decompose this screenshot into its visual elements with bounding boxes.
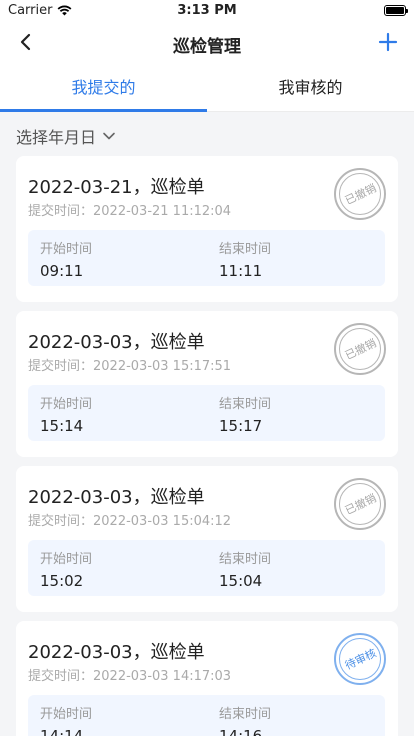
end-time-label: 结束时间 [219, 552, 272, 567]
status-stamp-label: 已撤销 [342, 336, 378, 363]
end-time-value: 15:04 [219, 572, 263, 590]
start-time: 开始时间 14:14 [40, 703, 92, 736]
end-time-label: 结束时间 [219, 707, 272, 722]
time-panel: 开始时间 15:02 结束时间 15:04 [28, 540, 385, 596]
end-time-label: 结束时间 [219, 397, 272, 412]
tab-submitted[interactable]: 我提交的 [0, 66, 207, 112]
end-time: 结束时间 15:17 [219, 393, 271, 435]
card-submit-time: 提交时间：2022-03-21 11:12:04 [28, 204, 232, 219]
card-submit-time: 提交时间：2022-03-03 14:17:03 [28, 669, 232, 684]
chevron-down-icon [103, 132, 115, 140]
end-time-label: 结束时间 [219, 242, 272, 257]
end-time: 结束时间 11:11 [219, 238, 271, 280]
end-time-value: 11:11 [219, 262, 263, 280]
tab-reviewing[interactable]: 我审核的 [207, 66, 414, 111]
card-title: 2022-03-03，巡检单 [28, 332, 205, 353]
start-time: 开始时间 15:02 [40, 548, 92, 590]
status-stamp: 已撤销 [334, 168, 386, 220]
date-filter-label: 选择年月日 [16, 128, 97, 147]
add-icon[interactable] [376, 30, 400, 54]
card-title: 2022-03-03，巡检单 [28, 642, 205, 663]
status-stamp: 已撤销 [334, 323, 386, 375]
status-stamp: 已撤销 [334, 478, 386, 530]
start-time-value: 15:02 [40, 572, 84, 590]
page-title: 巡检管理 [173, 37, 241, 57]
start-time-value: 14:14 [40, 727, 84, 736]
inspection-card[interactable]: 2022-03-03，巡检单 提交时间：2022-03-03 14:17:03 … [16, 621, 398, 736]
start-time-label: 开始时间 [40, 242, 93, 257]
date-filter[interactable]: 选择年月日 [16, 124, 116, 148]
end-time-value: 15:17 [219, 417, 263, 435]
start-time-label: 开始时间 [40, 707, 93, 722]
start-time: 开始时间 15:14 [40, 393, 92, 435]
inspection-card[interactable]: 2022-03-21，巡检单 提交时间：2022-03-21 11:12:04 … [16, 156, 398, 302]
time-panel: 开始时间 09:11 结束时间 11:11 [28, 230, 385, 286]
card-title: 2022-03-03，巡检单 [28, 487, 205, 508]
inspection-card[interactable]: 2022-03-03，巡检单 提交时间：2022-03-03 15:04:12 … [16, 466, 398, 612]
card-submit-time: 提交时间：2022-03-03 15:17:51 [28, 359, 232, 374]
status-stamp-label: 待审核 [342, 646, 378, 673]
status-bar: Carrier 3:13 PM [0, 0, 414, 22]
time-panel: 开始时间 15:14 结束时间 15:17 [28, 385, 385, 441]
status-stamp: 待审核 [334, 633, 386, 685]
status-stamp-label: 已撤销 [342, 181, 378, 208]
start-time-value: 09:11 [40, 262, 84, 280]
start-time: 开始时间 09:11 [40, 238, 92, 280]
status-stamp-label: 已撤销 [342, 491, 378, 518]
inspection-card[interactable]: 2022-03-03，巡检单 提交时间：2022-03-03 15:17:51 … [16, 311, 398, 457]
battery-icon [384, 5, 408, 16]
start-time-label: 开始时间 [40, 397, 93, 412]
card-title: 2022-03-21，巡检单 [28, 177, 205, 198]
end-time: 结束时间 14:16 [219, 703, 271, 736]
end-time: 结束时间 15:04 [219, 548, 271, 590]
card-submit-time: 提交时间：2022-03-03 15:04:12 [28, 514, 232, 529]
start-time-value: 15:14 [40, 417, 84, 435]
clock: 3:13 PM [177, 3, 237, 18]
end-time-value: 14:16 [219, 727, 263, 736]
start-time-label: 开始时间 [40, 552, 93, 567]
time-panel: 开始时间 14:14 结束时间 14:16 [28, 695, 385, 736]
tab-bar: 我提交的 我审核的 [0, 66, 414, 112]
navigation-bar: 巡检管理 [0, 22, 414, 66]
